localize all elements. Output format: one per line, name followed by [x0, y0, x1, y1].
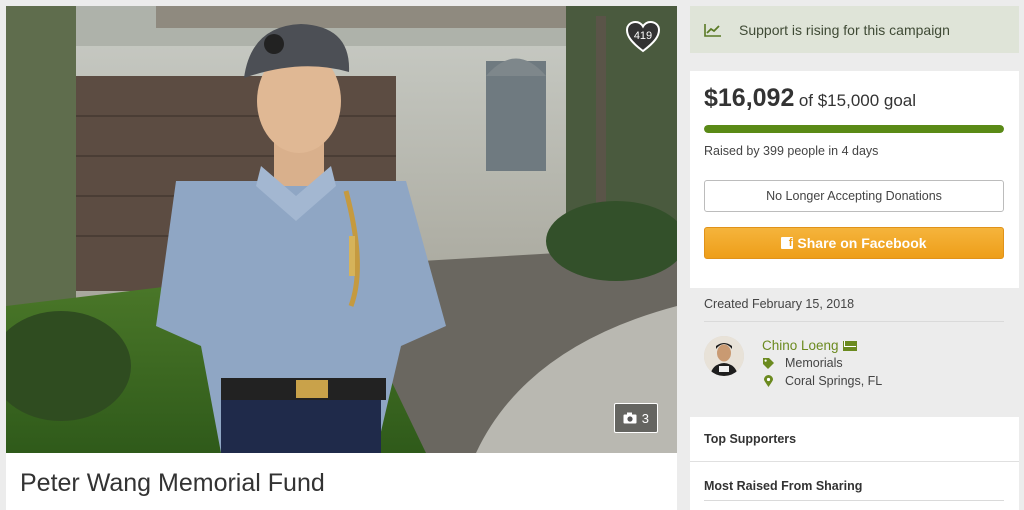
top-supporters-section[interactable]: Top Supporters — [690, 417, 1019, 461]
organizer-name[interactable]: Chino Loeng — [762, 338, 839, 353]
share-facebook-button[interactable]: f Share on Facebook — [704, 227, 1004, 259]
campaign-page: 419 3 Peter Wang Memorial Fund Support i… — [0, 0, 1024, 510]
no-donations-button[interactable]: No Longer Accepting Donations — [704, 180, 1004, 212]
amount-row: $16,092 of $15,000 goal — [704, 84, 916, 113]
created-date: Created February 15, 2018 — [704, 297, 855, 311]
photo-gallery-button[interactable]: 3 — [613, 403, 658, 433]
campaign-photo[interactable]: 419 3 — [6, 6, 677, 453]
raised-by-text: Raised by 399 people in 4 days — [704, 144, 879, 158]
location-row: Coral Springs, FL — [762, 374, 882, 388]
category-text[interactable]: Memorials — [785, 356, 843, 370]
campaign-title: Peter Wang Memorial Fund — [20, 469, 325, 497]
tag-icon — [762, 357, 774, 369]
raised-amount: $16,092 — [704, 84, 795, 112]
top-supporters-heading: Top Supporters — [704, 432, 797, 446]
heart-count: 419 — [633, 30, 653, 42]
most-raised-sharing-section[interactable]: Most Raised From Sharing — [690, 461, 1019, 510]
trend-up-icon — [704, 23, 721, 37]
map-pin-icon — [762, 375, 774, 387]
location-text: Coral Springs, FL — [785, 374, 883, 388]
photo-count: 3 — [641, 410, 649, 426]
progress-bar — [704, 125, 1004, 133]
campaign-title-card: Peter Wang Memorial Fund — [6, 453, 677, 510]
divider — [704, 321, 1004, 322]
camera-icon — [623, 412, 637, 424]
funding-card: $16,092 of $15,000 goal Raised by 399 pe… — [690, 71, 1019, 288]
goal-text: of $15,000 goal — [798, 91, 917, 110]
avatar-image — [704, 336, 744, 376]
facebook-icon: f — [781, 237, 794, 249]
organizer-avatar[interactable] — [704, 336, 744, 376]
share-facebook-label: Share on Facebook — [797, 235, 927, 251]
category-row: Memorials — [762, 356, 843, 370]
campaign-photo-image — [6, 6, 677, 453]
rising-text: Support is rising for this campaign — [739, 21, 950, 38]
organizer-name-row: Chino Loeng — [762, 338, 857, 353]
mail-icon[interactable] — [842, 340, 857, 351]
progress-fill — [704, 125, 1004, 133]
divider — [704, 500, 1004, 501]
most-raised-sharing-heading: Most Raised From Sharing — [704, 479, 863, 493]
heart-count-badge[interactable]: 419 — [625, 20, 661, 54]
rising-banner: Support is rising for this campaign — [690, 6, 1019, 53]
